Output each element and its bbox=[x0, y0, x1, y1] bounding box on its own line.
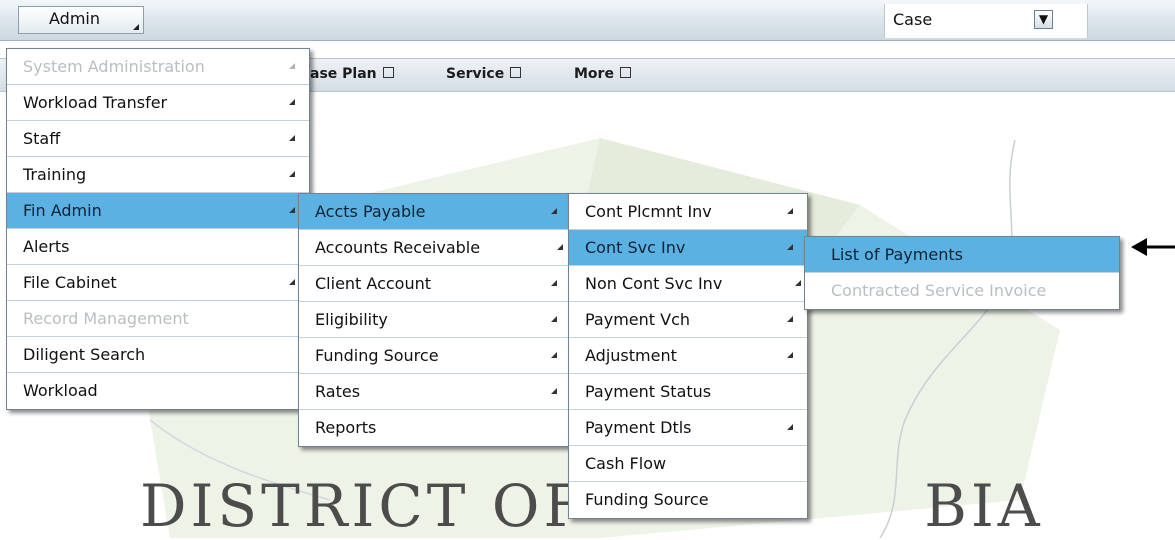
case-select-value: Case bbox=[893, 10, 933, 29]
menu-item-contracted-service-invoice: Contracted Service Invoice bbox=[805, 273, 1119, 309]
menu-item-accounts-receivable[interactable]: Accounts Receivable bbox=[299, 230, 571, 266]
nav-item-case-plan[interactable]: ase Plan bbox=[310, 66, 394, 82]
menu-item-label: System Administration bbox=[23, 57, 205, 76]
submenu-arrow-icon bbox=[787, 352, 793, 358]
submenu-arrow-icon bbox=[289, 171, 295, 177]
submenu-arrow-icon bbox=[289, 135, 295, 141]
menu-item-list-of-payments[interactable]: List of Payments bbox=[805, 237, 1119, 273]
menu-item-funding-source[interactable]: Funding Source bbox=[299, 338, 571, 374]
menu-item-label: Payment Dtls bbox=[585, 418, 692, 437]
popup-square-icon bbox=[619, 67, 631, 78]
menu-item-accts-payable[interactable]: Accts Payable bbox=[299, 194, 571, 230]
menu-item-label: Staff bbox=[23, 129, 61, 148]
menu-item-system-administration: System Administration bbox=[7, 49, 309, 85]
menu-item-label: Cont Svc Inv bbox=[585, 238, 686, 257]
nav-item-label: More bbox=[574, 66, 614, 82]
menu-item-fin-admin[interactable]: Fin Admin bbox=[7, 193, 309, 229]
menu-item-payment-dtls[interactable]: Payment Dtls bbox=[569, 410, 807, 446]
fin-admin-submenu: Accts Payable Accounts Receivable Client… bbox=[298, 193, 572, 447]
menu-item-label: Client Account bbox=[315, 274, 432, 293]
submenu-arrow-icon bbox=[551, 388, 557, 394]
menu-item-label: List of Payments bbox=[831, 245, 963, 264]
menu-item-ap-funding-source[interactable]: Funding Source bbox=[569, 482, 807, 518]
menu-item-label: Reports bbox=[315, 418, 377, 437]
menu-item-label: Funding Source bbox=[585, 490, 709, 509]
menu-item-training[interactable]: Training bbox=[7, 157, 309, 193]
menu-item-label: Accts Payable bbox=[315, 202, 426, 221]
popup-square-icon bbox=[382, 67, 394, 78]
admin-dropdown-menu: System Administration Workload Transfer … bbox=[6, 48, 310, 410]
chevron-down-icon[interactable]: ▼ bbox=[1034, 10, 1053, 29]
menu-item-label: Diligent Search bbox=[23, 345, 146, 364]
case-select[interactable]: Case ▼ bbox=[884, 4, 1088, 38]
menu-item-cont-svc-inv[interactable]: Cont Svc Inv bbox=[569, 230, 807, 266]
menu-item-label: Accounts Receivable bbox=[315, 238, 481, 257]
menu-item-label: Rates bbox=[315, 382, 361, 401]
submenu-arrow-icon bbox=[551, 316, 557, 322]
submenu-arrow-icon bbox=[551, 280, 557, 286]
menu-item-label: Cont Plcmnt Inv bbox=[585, 202, 712, 221]
dropdown-corner-icon bbox=[133, 24, 139, 30]
menu-item-reports[interactable]: Reports bbox=[299, 410, 571, 446]
menu-item-label: Record Management bbox=[23, 309, 189, 328]
menu-item-staff[interactable]: Staff bbox=[7, 121, 309, 157]
menu-item-payment-status[interactable]: Payment Status bbox=[569, 374, 807, 410]
menu-item-label: Non Cont Svc Inv bbox=[585, 274, 723, 293]
menu-item-payment-vch[interactable]: Payment Vch bbox=[569, 302, 807, 338]
submenu-arrow-icon bbox=[795, 280, 801, 286]
menu-item-adjustment[interactable]: Adjustment bbox=[569, 338, 807, 374]
submenu-arrow-icon bbox=[551, 208, 557, 214]
menu-item-client-account[interactable]: Client Account bbox=[299, 266, 571, 302]
nav-item-more[interactable]: More bbox=[574, 66, 631, 82]
top-toolbar: Admin Case ▼ bbox=[0, 0, 1175, 41]
menu-item-label: Cash Flow bbox=[585, 454, 667, 473]
menu-item-label: Training bbox=[23, 165, 87, 184]
admin-menu-button[interactable]: Admin bbox=[18, 6, 144, 34]
menu-item-label: Adjustment bbox=[585, 346, 677, 365]
menu-item-alerts[interactable]: Alerts bbox=[7, 229, 309, 265]
menu-item-label: Funding Source bbox=[315, 346, 439, 365]
pointer-arrow-icon bbox=[1131, 238, 1175, 256]
menu-item-file-cabinet[interactable]: File Cabinet bbox=[7, 265, 309, 301]
menu-item-label: Payment Vch bbox=[585, 310, 691, 329]
menu-item-non-cont-svc-inv[interactable]: Non Cont Svc Inv bbox=[569, 266, 807, 302]
menu-item-label: Contracted Service Invoice bbox=[831, 281, 1047, 300]
menu-item-eligibility[interactable]: Eligibility bbox=[299, 302, 571, 338]
submenu-arrow-icon bbox=[787, 424, 793, 430]
menu-item-label: Alerts bbox=[23, 237, 70, 256]
popup-square-icon bbox=[510, 67, 522, 78]
menu-item-workload[interactable]: Workload bbox=[7, 373, 309, 409]
submenu-arrow-icon bbox=[551, 352, 557, 358]
menu-item-label: Workload bbox=[23, 381, 98, 400]
menu-item-cont-plcmnt-inv[interactable]: Cont Plcmnt Inv bbox=[569, 194, 807, 230]
admin-button-label: Admin bbox=[49, 9, 100, 28]
menu-item-label: Payment Status bbox=[585, 382, 712, 401]
cont-svc-inv-submenu: List of Payments Contracted Service Invo… bbox=[804, 236, 1120, 310]
menu-item-diligent-search[interactable]: Diligent Search bbox=[7, 337, 309, 373]
submenu-arrow-icon bbox=[289, 99, 295, 105]
menu-item-cash-flow[interactable]: Cash Flow bbox=[569, 446, 807, 482]
nav-item-label: ase Plan bbox=[310, 66, 377, 82]
submenu-arrow-icon bbox=[787, 244, 793, 250]
menu-item-rates[interactable]: Rates bbox=[299, 374, 571, 410]
menu-item-label: File Cabinet bbox=[23, 273, 117, 292]
menu-item-label: Workload Transfer bbox=[23, 93, 168, 112]
submenu-arrow-icon bbox=[289, 279, 295, 285]
menu-item-workload-transfer[interactable]: Workload Transfer bbox=[7, 85, 309, 121]
submenu-arrow-icon bbox=[289, 63, 295, 69]
menu-item-record-management: Record Management bbox=[7, 301, 309, 337]
menu-item-label: Fin Admin bbox=[23, 201, 102, 220]
submenu-arrow-icon bbox=[289, 207, 295, 213]
submenu-arrow-icon bbox=[787, 208, 793, 214]
nav-item-service[interactable]: Service bbox=[446, 66, 522, 82]
submenu-arrow-icon bbox=[787, 316, 793, 322]
accts-payable-submenu: Cont Plcmnt Inv Cont Svc Inv Non Cont Sv… bbox=[568, 193, 808, 519]
submenu-arrow-icon bbox=[557, 244, 563, 250]
menu-item-label: Eligibility bbox=[315, 310, 388, 329]
nav-item-label: Service bbox=[446, 66, 505, 82]
